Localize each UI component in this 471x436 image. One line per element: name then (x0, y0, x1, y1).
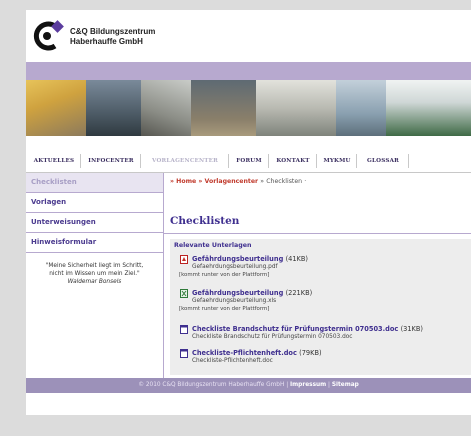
document-title[interactable]: Checkliste Brandschutz für Prüfungstermi… (192, 325, 398, 333)
quote-line-1: "Meine Sicherheit liegt im Schritt, (45, 263, 144, 269)
document-filename: Gefaehrdungsbeurteilung.xls (192, 298, 277, 304)
footer-separator: | (286, 382, 289, 388)
footer-sitemap-link[interactable]: Sitemap (332, 382, 359, 388)
site-footer: © 2010 C&Q Bildungszentrum Haberhauffe G… (26, 378, 471, 393)
breadcrumb-separator: » (198, 178, 203, 185)
document-title[interactable]: Gefährdungsbeurteilung (192, 255, 283, 263)
document-filename: Checkliste-Pflichtenheft.doc (192, 358, 273, 364)
document-title[interactable]: Checkliste-Pflichtenheft.doc (192, 349, 297, 357)
breadcrumb-current: Checklisten (266, 178, 303, 185)
breadcrumb-tail: · (304, 178, 307, 185)
sidebar-item-vorlagen[interactable]: Vorlagen (26, 193, 163, 213)
sidebar: Checklisten Vorlagen Unterweisungen Hinw… (26, 173, 164, 378)
document-title[interactable]: Gefährdungsbeurteilung (192, 289, 283, 297)
document-size: (31KB) (400, 325, 423, 333)
company-name-line1: C&Q Bildungszentrum (70, 27, 156, 36)
sidebar-item-hinweisformular[interactable]: Hinweisformular (26, 233, 163, 253)
breadcrumb-separator: » (260, 178, 265, 185)
doc-icon (180, 349, 188, 358)
doc-icon (180, 325, 188, 334)
document-size: (79KB) (299, 349, 322, 357)
nav-tab-glossar[interactable]: GLOSSAR (358, 154, 409, 168)
sidebar-item-checklisten[interactable]: Checklisten (26, 173, 163, 193)
breadcrumb: » Home » Vorlagencenter » Checklisten · (170, 178, 306, 185)
nav-tab-mykmu[interactable]: MYKMU (318, 154, 357, 168)
page-title: Checklisten (170, 215, 240, 227)
company-name: C&Q Bildungszentrum Haberhauffe GmbH (70, 27, 155, 47)
nav-tab-aktuelles[interactable]: AKTUELLES (28, 154, 81, 168)
header-bar (26, 62, 471, 80)
documents-section: Relevante Unterlagen Gefährdungsbeurteil… (170, 239, 471, 375)
quote-line-2: nicht im Wissen um mein Ziel." (49, 271, 140, 277)
document-note: [kommt runter von der Plattform] (179, 272, 270, 278)
site-header: C&Q Bildungszentrum Haberhauffe GmbH (26, 10, 471, 62)
footer-impressum-link[interactable]: Impressum (290, 382, 326, 388)
company-logo-icon[interactable] (31, 18, 65, 52)
main-navigation: AKTUELLES INFOCENTER VORLAGENCENTER FORU… (26, 150, 471, 173)
company-name-line2: Haberhauffe GmbH (70, 37, 143, 46)
document-filename: Checkliste Brandschutz für Prüfungstermi… (192, 334, 353, 340)
page: C&Q Bildungszentrum Haberhauffe GmbH AKT… (26, 10, 471, 415)
nav-tab-kontakt[interactable]: KONTAKT (270, 154, 317, 168)
footer-copyright: © 2010 C&Q Bildungszentrum Haberhauffe G… (138, 382, 285, 388)
document-size: (221KB) (285, 289, 313, 297)
nav-tab-vorlagencenter[interactable]: VORLAGENCENTER (142, 154, 229, 168)
document-filename: Gefaehrdungsbeurteilung.pdf (192, 264, 278, 270)
nav-tab-forum[interactable]: FORUM (230, 154, 269, 168)
sidebar-quote: "Meine Sicherheit liegt im Schritt, nich… (26, 262, 163, 286)
main-content: » Home » Vorlagencenter » Checklisten · … (164, 173, 471, 378)
section-title: Relevante Unterlagen (174, 242, 252, 249)
breadcrumb-home[interactable]: » Home (170, 178, 196, 185)
nav-tab-infocenter[interactable]: INFOCENTER (82, 154, 141, 168)
title-divider (164, 233, 471, 234)
quote-author: Waldemar Bonsels (67, 279, 122, 285)
pdf-icon (180, 255, 188, 264)
footer-separator: | (328, 382, 330, 388)
document-note: [kommt runter von der Plattform] (179, 306, 270, 312)
header-banner-image (26, 80, 471, 136)
sidebar-item-unterweisungen[interactable]: Unterweisungen (26, 213, 163, 233)
document-size: (41KB) (285, 255, 308, 263)
xls-icon (180, 289, 188, 298)
breadcrumb-vorlagencenter[interactable]: Vorlagencenter (205, 178, 259, 185)
